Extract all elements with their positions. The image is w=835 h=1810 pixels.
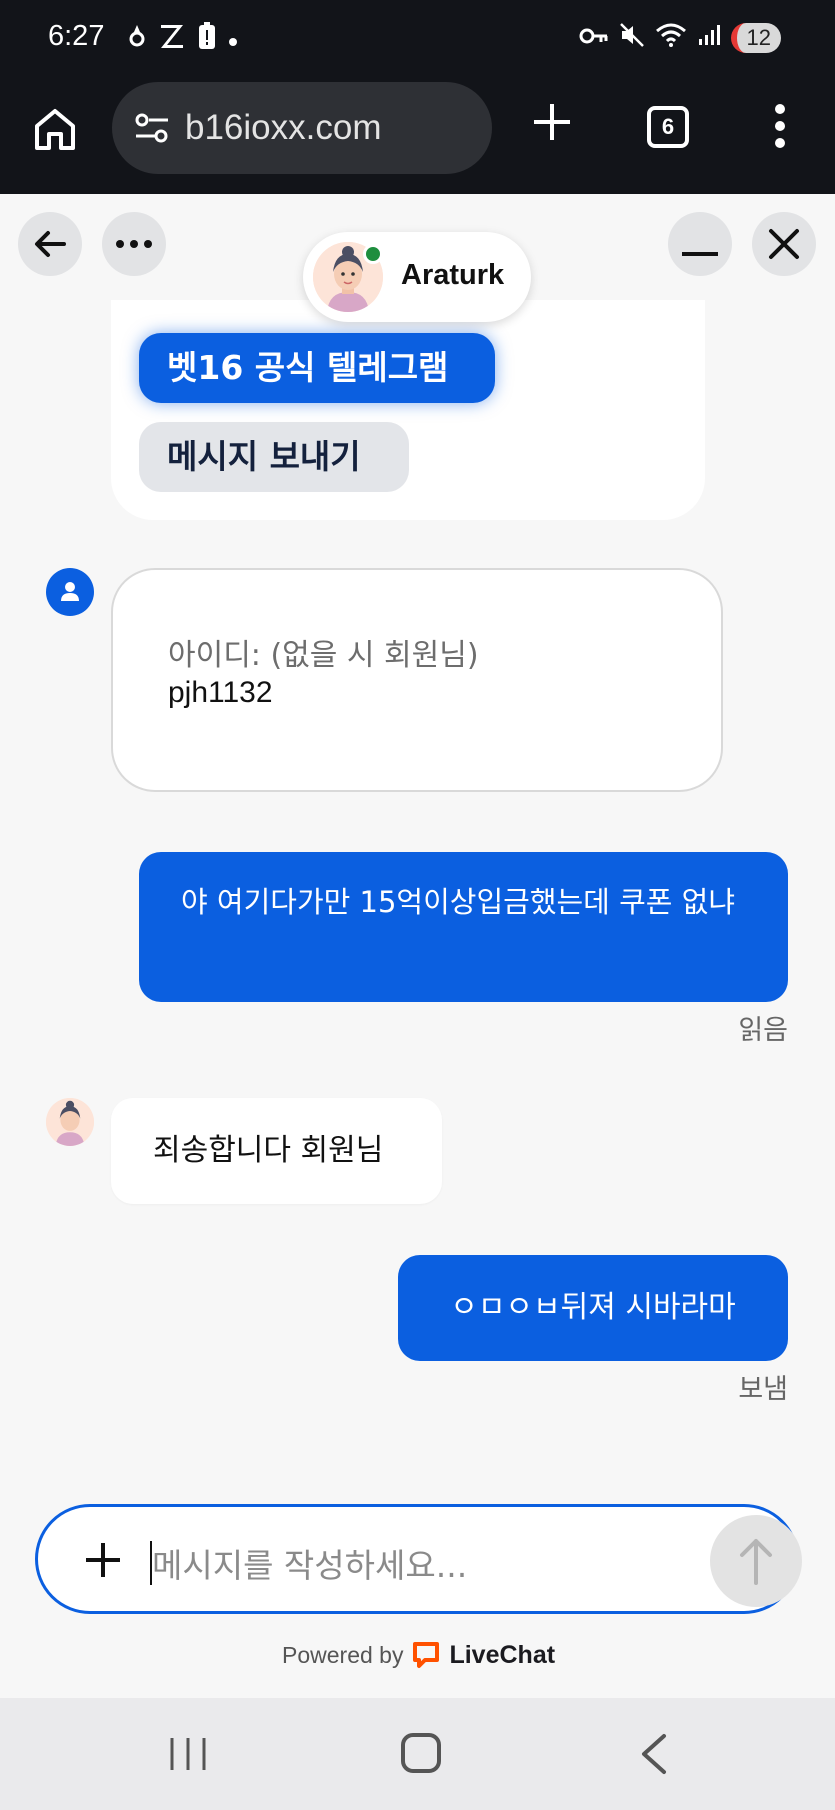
browser-toolbar: b16ioxx.com 6 (0, 80, 835, 194)
url-text: b16ioxx.com (185, 108, 382, 147)
mute-icon (619, 22, 645, 54)
plus-icon (86, 1543, 120, 1577)
chevron-left-icon (642, 1734, 666, 1774)
more-options-button[interactable] (102, 212, 166, 276)
status-time: 6:27 (48, 20, 105, 52)
more-horizontal-icon (116, 240, 152, 248)
agent-message-bubble: 죄송합니다 회원님 (111, 1098, 442, 1204)
visitor-message-bubble: ㅇㅁㅇㅂ뒤져 시바라마 (398, 1255, 788, 1361)
minimize-button[interactable] (668, 212, 732, 276)
send-message-button[interactable]: 메시지 보내기 (139, 422, 409, 492)
online-status-dot (363, 244, 383, 264)
signal-icon (697, 23, 721, 53)
status-left-icons (128, 22, 238, 56)
address-bar[interactable]: b16ioxx.com (112, 82, 492, 174)
close-icon (769, 229, 799, 259)
tab-switcher-button[interactable]: 6 (647, 106, 689, 148)
form-field-label: 아이디: (없을 시 회원님) (168, 638, 479, 673)
arrow-up-icon (740, 1539, 772, 1585)
browser-menu-button[interactable] (770, 104, 790, 152)
send-button[interactable] (710, 1515, 802, 1607)
home-button[interactable] (30, 104, 80, 154)
dot-icon (228, 25, 238, 53)
visitor-message-bubble: 야 여기다가만 15억이상입금했는데 쿠폰 없냐 (139, 852, 788, 1002)
read-receipt: 읽음 (738, 1015, 788, 1046)
plus-icon (534, 104, 570, 140)
livechat-brand: LiveChat (449, 1640, 556, 1669)
visitor-avatar-icon (46, 568, 94, 616)
agent-name: Araturk (401, 259, 505, 291)
arrow-left-icon (35, 231, 66, 257)
telegram-button[interactable]: 벳16 공식 텔레그램 (139, 333, 495, 403)
battery-alert-icon (198, 22, 216, 56)
back-button[interactable] (18, 212, 82, 276)
status-bar: 6:27 12 (0, 0, 835, 80)
close-button[interactable] (752, 212, 816, 276)
battery-badge: 12 (730, 23, 781, 53)
recent-apps-button[interactable] (168, 1736, 208, 1772)
z-app-icon (158, 22, 186, 56)
home-icon (35, 109, 75, 150)
flame-icon (128, 23, 146, 55)
site-settings-icon[interactable] (134, 112, 170, 144)
message-input[interactable]: 메시지를 작성하세요... (152, 1539, 467, 1587)
status-right-icons: 12 (579, 22, 781, 54)
nav-home-button[interactable] (401, 1733, 441, 1773)
message-composer[interactable]: 메시지를 작성하세요... (35, 1504, 802, 1614)
recent-apps-icon (170, 1738, 206, 1770)
form-field-value: pjh1132 (168, 676, 273, 709)
powered-by-footer[interactable]: Powered by LiveChat (282, 1640, 555, 1670)
attach-button[interactable] (68, 1525, 138, 1595)
livechat-logo-icon (413, 1642, 440, 1668)
powered-by-text: Powered by (282, 1641, 404, 1668)
system-nav-bar (0, 1698, 835, 1810)
sent-receipt: 보냄 (738, 1374, 788, 1405)
agent-avatar-small (46, 1098, 94, 1146)
vpn-key-icon (579, 24, 609, 52)
new-tab-button[interactable] (530, 100, 574, 144)
agent-header: Araturk (303, 232, 531, 322)
nav-back-button[interactable] (636, 1732, 672, 1776)
wifi-icon (655, 22, 687, 54)
minimize-icon (682, 252, 718, 256)
